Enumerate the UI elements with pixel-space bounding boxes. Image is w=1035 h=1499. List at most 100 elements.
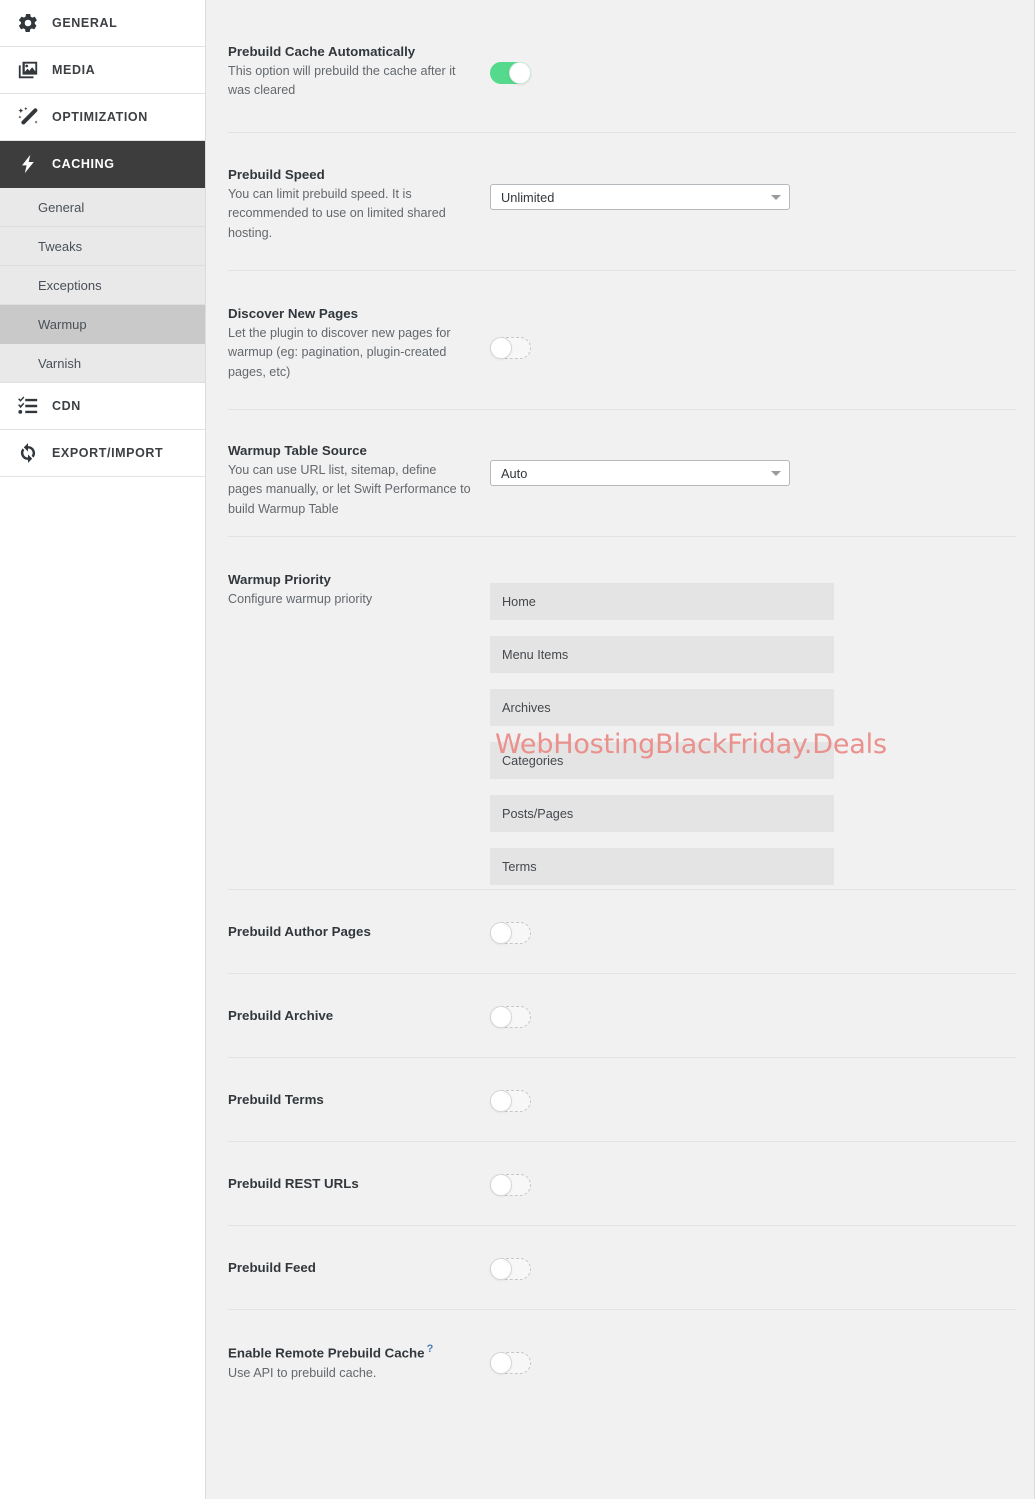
prebuild-archive-toggle[interactable] <box>490 1006 531 1028</box>
setting-row-prebuild-cache-automatically: Prebuild Cache Automatically This option… <box>206 0 1034 133</box>
toggle-knob <box>490 922 512 944</box>
setting-label-group: Prebuild Feed <box>228 1258 486 1277</box>
setting-row-prebuild-feed: Prebuild Feed <box>206 1226 1034 1310</box>
setting-label-group: Prebuild REST URLs <box>228 1174 486 1193</box>
sidebar-subitem-warmup[interactable]: Warmup <box>0 305 205 344</box>
toggle-knob <box>490 337 512 359</box>
warmup-priority-item[interactable]: Posts/Pages <box>490 795 834 832</box>
warmup-priority-item[interactable]: Categories <box>490 742 834 779</box>
setting-title: Enable Remote Prebuild Cache? <box>228 1342 486 1363</box>
sidebar-item-export-import[interactable]: EXPORT/IMPORT <box>0 430 205 477</box>
prebuild-speed-select[interactable]: Unlimited <box>490 184 790 210</box>
settings-sidebar: GENERAL MEDIA OPTIMIZATION CACHING Gener… <box>0 0 206 1499</box>
setting-row-warmup-priority: Warmup Priority Configure warmup priorit… <box>206 537 1034 890</box>
setting-row-prebuild-speed: Prebuild Speed You can limit prebuild sp… <box>206 133 1034 271</box>
setting-title: Prebuild REST URLs <box>228 1176 359 1191</box>
sidebar-subitem-label: Exceptions <box>38 277 102 293</box>
discover-new-pages-toggle[interactable] <box>490 337 531 359</box>
setting-label-group: Prebuild Author Pages <box>228 922 486 941</box>
sidebar-item-label: MEDIA <box>52 63 96 77</box>
setting-title: Warmup Table Source <box>228 443 367 458</box>
warmup-priority-item[interactable]: Home <box>490 583 834 620</box>
sidebar-subitem-general[interactable]: General <box>0 188 205 227</box>
setting-title-text: Enable Remote Prebuild Cache <box>228 1345 425 1361</box>
priority-item-label: Archives <box>502 700 551 715</box>
setting-description: Use API to prebuild cache. <box>228 1365 377 1380</box>
setting-row-prebuild-rest-urls: Prebuild REST URLs <box>206 1142 1034 1226</box>
priority-item-label: Terms <box>502 859 537 874</box>
lightning-bolt-icon <box>14 150 42 178</box>
sidebar-subitem-label: Warmup <box>38 316 87 332</box>
setting-description: This option will prebuild the cache afte… <box>228 64 456 98</box>
setting-description: You can limit prebuild speed. It is reco… <box>228 187 446 240</box>
prebuild-feed-toggle[interactable] <box>490 1258 531 1280</box>
setting-row-enable-remote-prebuild-cache: Enable Remote Prebuild Cache? Use API to… <box>206 1310 1034 1405</box>
sidebar-item-optimization[interactable]: OPTIMIZATION <box>0 94 205 141</box>
setting-control: Auto <box>486 441 1012 486</box>
setting-row-prebuild-terms: Prebuild Terms <box>206 1058 1034 1142</box>
prebuild-terms-toggle[interactable] <box>490 1090 531 1112</box>
warmup-priority-list: Home Menu Items Archives Categories Post… <box>490 583 834 885</box>
setting-control <box>486 1342 1012 1374</box>
select-value: Auto <box>501 465 528 481</box>
warmup-priority-item[interactable]: Menu Items <box>490 636 834 673</box>
warmup-priority-item[interactable]: Terms <box>490 848 834 885</box>
setting-label-group: Discover New Pages Let the plugin to dis… <box>228 304 486 382</box>
toggle-knob <box>490 1006 512 1028</box>
toggle-knob <box>490 1258 512 1280</box>
prebuild-cache-automatically-toggle[interactable] <box>490 62 531 84</box>
setting-title: Prebuild Archive <box>228 1008 334 1023</box>
setting-control <box>486 304 1012 359</box>
settings-content-panel: Prebuild Cache Automatically This option… <box>206 0 1035 1499</box>
prebuild-author-pages-toggle[interactable] <box>490 922 531 944</box>
help-icon[interactable]: ? <box>427 1343 434 1355</box>
enable-remote-prebuild-cache-toggle[interactable] <box>490 1352 531 1374</box>
prebuild-rest-urls-toggle[interactable] <box>490 1174 531 1196</box>
magic-wand-icon <box>14 103 42 131</box>
priority-item-label: Home <box>502 594 536 609</box>
select-value: Unlimited <box>501 189 555 205</box>
warmup-table-source-select[interactable]: Auto <box>490 460 790 486</box>
sidebar-subitem-label: General <box>38 199 85 215</box>
setting-description: Configure warmup priority <box>228 592 373 607</box>
toggle-knob <box>509 62 531 84</box>
sidebar-item-label: OPTIMIZATION <box>52 110 148 124</box>
chevron-down-icon <box>771 470 781 476</box>
sidebar-item-general[interactable]: GENERAL <box>0 0 205 47</box>
sidebar-item-media[interactable]: MEDIA <box>0 47 205 94</box>
sidebar-item-cdn[interactable]: CDN <box>0 383 205 430</box>
setting-title: Warmup Priority <box>228 572 331 587</box>
chevron-down-icon <box>771 194 781 200</box>
setting-title: Discover New Pages <box>228 306 359 321</box>
sidebar-subitem-varnish[interactable]: Varnish <box>0 344 205 383</box>
sidebar-subitem-tweaks[interactable]: Tweaks <box>0 227 205 266</box>
setting-control <box>486 42 1012 84</box>
swift-performance-settings-page: GENERAL MEDIA OPTIMIZATION CACHING Gener… <box>0 0 1035 1499</box>
sidebar-item-label: CACHING <box>52 157 115 171</box>
priority-item-label: Posts/Pages <box>502 806 574 821</box>
toggle-knob <box>490 1352 512 1374</box>
setting-label-group: Prebuild Speed You can limit prebuild sp… <box>228 165 486 243</box>
sidebar-item-caching[interactable]: CACHING <box>0 141 205 188</box>
setting-control <box>486 1258 1012 1280</box>
setting-control: Home Menu Items Archives Categories Post… <box>486 570 1012 885</box>
setting-title: Prebuild Feed <box>228 1260 316 1275</box>
checklist-icon <box>14 392 42 420</box>
sidebar-item-label: CDN <box>52 399 81 413</box>
warmup-priority-item[interactable]: Archives <box>490 689 834 726</box>
setting-title: Prebuild Author Pages <box>228 924 371 939</box>
sidebar-item-label: EXPORT/IMPORT <box>52 446 164 460</box>
setting-label-group: Warmup Priority Configure warmup priorit… <box>228 570 486 609</box>
refresh-cycle-icon <box>14 439 42 467</box>
setting-row-warmup-table-source: Warmup Table Source You can use URL list… <box>206 410 1034 537</box>
setting-title: Prebuild Speed <box>228 167 325 182</box>
setting-label-group: Prebuild Archive <box>228 1006 486 1025</box>
setting-row-discover-new-pages: Discover New Pages Let the plugin to dis… <box>206 271 1034 410</box>
sidebar-subitem-exceptions[interactable]: Exceptions <box>0 266 205 305</box>
setting-row-prebuild-author-pages: Prebuild Author Pages <box>206 890 1034 974</box>
toggle-knob <box>490 1174 512 1196</box>
setting-control <box>486 922 1012 944</box>
setting-description: Let the plugin to discover new pages for… <box>228 326 451 379</box>
setting-title: Prebuild Cache Automatically <box>228 44 416 59</box>
toggle-knob <box>490 1090 512 1112</box>
